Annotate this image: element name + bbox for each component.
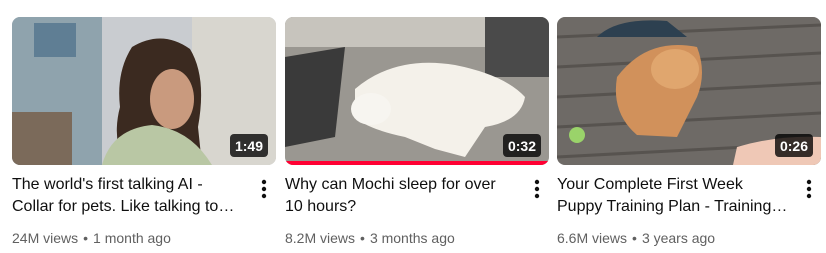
video-card[interactable]: 1:49 The world's first talking AI - Coll… — [12, 0, 276, 253]
video-thumbnail[interactable]: 0:32 — [285, 17, 549, 165]
upload-age: 3 years ago — [641, 230, 716, 246]
watch-progress-bar — [285, 161, 549, 165]
video-metadata: 6.6M views • 3 years ago — [557, 228, 797, 248]
video-title[interactable]: Why can Mochi sleep for over 10 hours? — [285, 174, 517, 218]
video-card[interactable]: 0:26 Your Complete First Week Puppy Trai… — [557, 0, 821, 253]
video-title[interactable]: Your Complete First Week Puppy Training … — [557, 174, 789, 218]
watch-progress-fill — [285, 161, 549, 165]
more-options-button[interactable] — [525, 177, 549, 201]
view-count: 8.2M views — [285, 230, 356, 246]
more-vert-icon — [261, 179, 267, 199]
meta-separator: • — [632, 230, 637, 246]
more-vert-icon — [534, 179, 540, 199]
duration-badge: 0:26 — [774, 134, 813, 157]
video-metadata: 8.2M views • 3 months ago — [285, 228, 525, 248]
video-title[interactable]: The world's first talking AI - Collar fo… — [12, 174, 244, 218]
video-metadata: 24M views • 1 month ago — [12, 228, 252, 248]
upload-age: 3 months ago — [369, 230, 455, 246]
video-thumbnail[interactable]: 1:49 — [12, 17, 276, 165]
meta-separator: • — [83, 230, 89, 246]
more-vert-icon — [806, 179, 812, 199]
video-thumbnail[interactable]: 0:26 — [557, 17, 821, 165]
more-options-button[interactable] — [797, 177, 821, 201]
view-count: 24M views — [12, 230, 79, 246]
duration-badge: 0:32 — [502, 134, 541, 157]
meta-separator: • — [360, 230, 365, 246]
video-grid: 1:49 The world's first talking AI - Coll… — [0, 0, 826, 253]
upload-age: 1 month ago — [93, 230, 171, 246]
video-card[interactable]: 0:32 Why can Mochi sleep for over 10 hou… — [285, 0, 549, 253]
more-options-button[interactable] — [252, 177, 276, 201]
view-count: 6.6M views — [557, 230, 628, 246]
duration-badge: 1:49 — [229, 134, 268, 157]
